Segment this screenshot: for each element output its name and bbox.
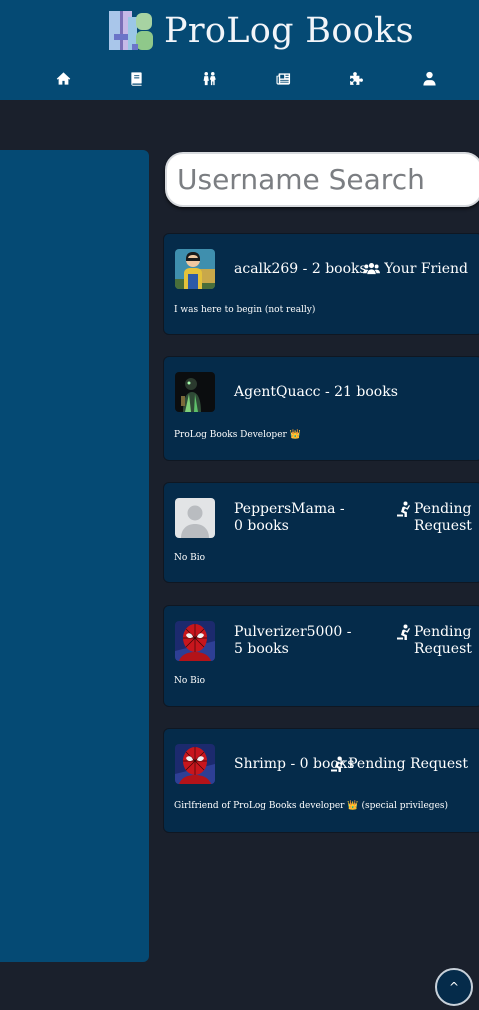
username-label[interactable]: AgentQuacc - 21 books — [234, 384, 398, 401]
praying-icon — [397, 624, 410, 640]
scroll-to-top-button[interactable]: ^ — [435, 968, 473, 1006]
left-panel — [0, 150, 149, 962]
crown-icon: 👑 — [347, 801, 359, 811]
pending-status: Pending Request — [331, 756, 468, 773]
user-avatar[interactable] — [175, 621, 215, 661]
bio-text: ProLog Books Developer — [174, 430, 287, 440]
status-label: Pending Request — [414, 501, 472, 534]
username-label[interactable]: PeppersMama - 0 books — [234, 501, 354, 535]
user-avatar[interactable] — [175, 249, 215, 289]
user-card-agentquacc[interactable]: AgentQuacc - 21 books ProLog Books Devel… — [163, 356, 479, 461]
friend-status: Your Friend — [363, 261, 468, 278]
crown-icon: 👑 — [289, 430, 301, 440]
status-label: Pending Request — [348, 756, 468, 772]
status-label: Pending Request — [414, 624, 472, 657]
book-icon[interactable] — [127, 69, 145, 87]
username-label[interactable]: Pulverizer5000 - 5 books — [234, 624, 354, 658]
user-avatar[interactable] — [175, 372, 215, 412]
header: ProLog Books — [0, 0, 479, 100]
user-avatar[interactable] — [175, 744, 215, 784]
users-icon — [363, 261, 381, 277]
user-bio: Girlfriend of ProLog Books developer 👑 (… — [174, 801, 448, 812]
pending-status: Pending Request — [397, 624, 472, 658]
user-icon[interactable] — [420, 69, 438, 87]
puzzle-icon[interactable] — [347, 69, 365, 87]
bio-suffix: (special privileges) — [361, 801, 449, 811]
username-search-input[interactable] — [165, 152, 479, 207]
user-bio: No Bio — [174, 553, 206, 563]
praying-icon — [397, 501, 410, 517]
user-card-shrimp[interactable]: Shrimp - 0 books Pending Request Girlfri… — [163, 728, 479, 833]
user-card-pulverizer5000[interactable]: Pulverizer5000 - 5 books Pending Request… — [163, 605, 479, 707]
newspaper-icon[interactable] — [274, 69, 292, 87]
user-bio: I was here to begin (not really) — [174, 305, 316, 315]
username-label[interactable]: acalk269 - 2 books — [234, 261, 367, 278]
bio-text: Girlfriend of ProLog Books developer — [174, 801, 345, 811]
user-bio: No Bio — [174, 676, 206, 686]
status-label: Your Friend — [384, 261, 468, 277]
brand-name[interactable]: ProLog Books — [164, 6, 414, 56]
user-bio: ProLog Books Developer 👑 — [174, 430, 301, 441]
user-card-acalk269[interactable]: acalk269 - 2 books Your Friend I was her… — [163, 233, 479, 335]
praying-icon — [331, 756, 345, 772]
pending-status: Pending Request — [397, 501, 472, 535]
default-avatar[interactable] — [175, 498, 215, 538]
home-icon[interactable] — [54, 69, 72, 87]
prolog-books-logo[interactable] — [108, 9, 154, 52]
user-card-peppersmama[interactable]: PeppersMama - 0 books Pending Request No… — [163, 482, 479, 583]
people-icon[interactable] — [200, 69, 218, 87]
